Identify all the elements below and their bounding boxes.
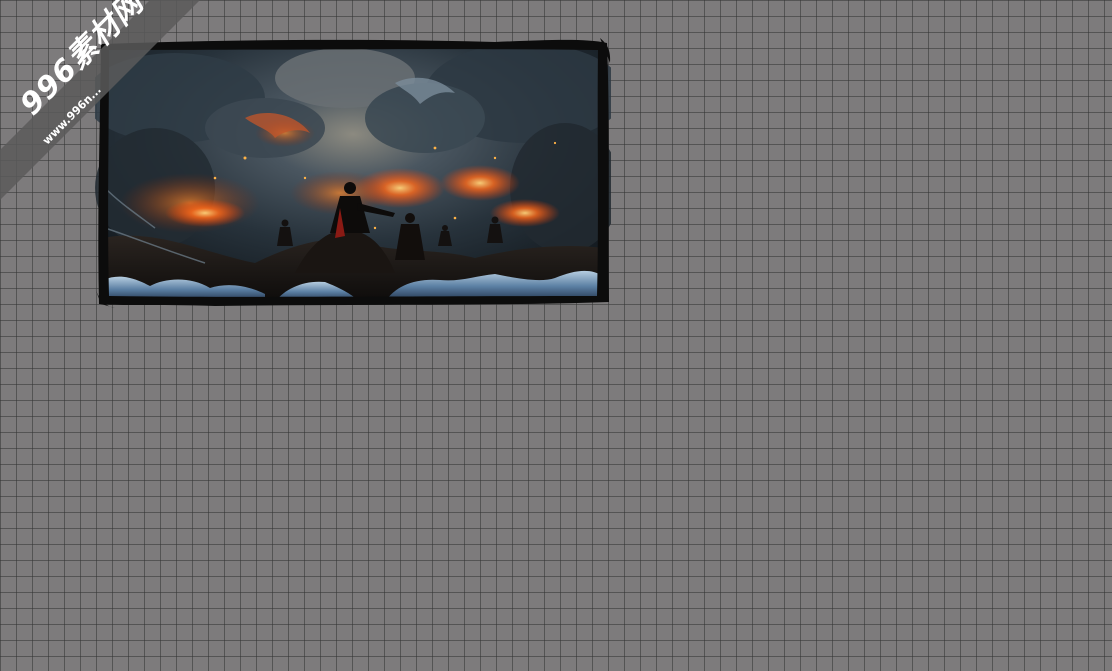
watermark-url: www.996n... xyxy=(40,83,104,148)
watermark: 996素材网 www.996n... xyxy=(0,0,200,200)
battle-scene-image xyxy=(95,38,611,308)
sprite-image[interactable] xyxy=(95,38,611,308)
editor-canvas[interactable]: 996素材网 www.996n... xyxy=(0,0,1112,671)
watermark-band-icon xyxy=(0,0,200,200)
watermark-text: 996素材网 xyxy=(13,0,151,123)
